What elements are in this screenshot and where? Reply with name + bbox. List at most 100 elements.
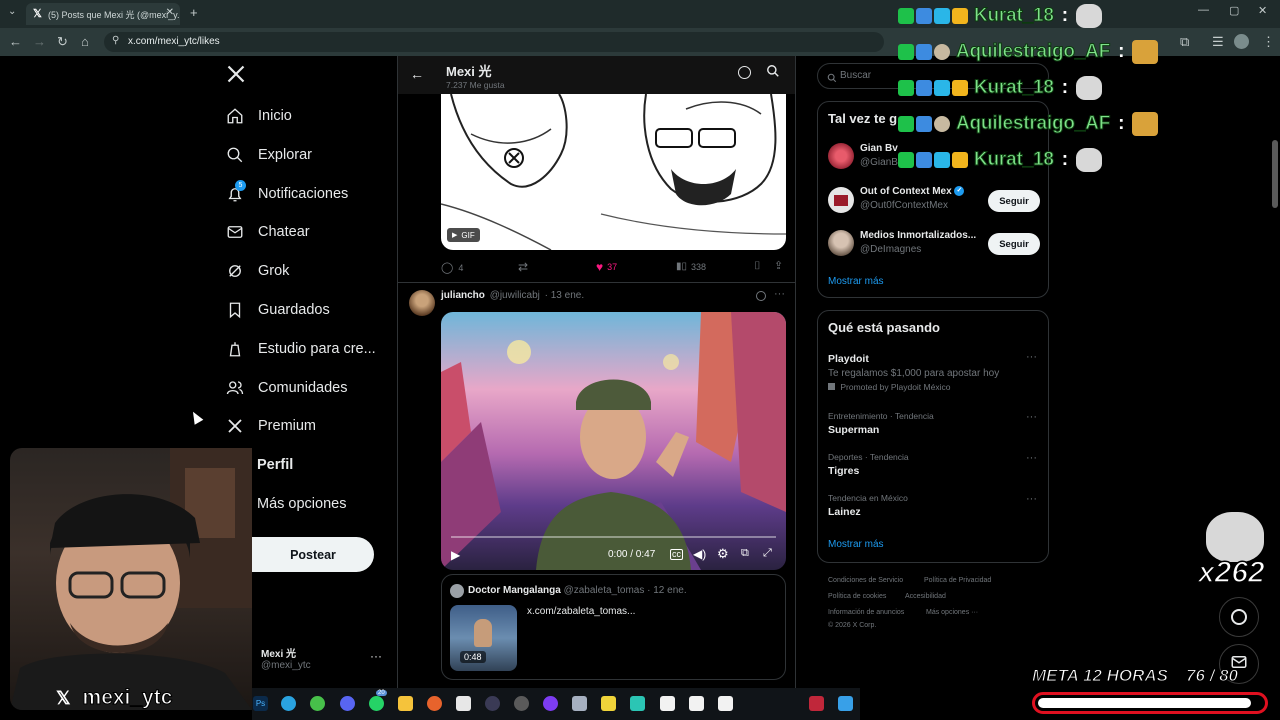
home-icon[interactable]: ⌂ bbox=[81, 34, 89, 49]
grok-icon[interactable] bbox=[738, 66, 751, 79]
video-progress-track[interactable] bbox=[451, 536, 776, 538]
x-home-logo[interactable] bbox=[226, 64, 248, 88]
account-more-icon[interactable]: ··· bbox=[370, 649, 382, 663]
bookmarks-icon[interactable]: ☰ bbox=[1212, 34, 1224, 50]
quoted-post[interactable]: Doctor Mangalanga @zabaleta_tomas · 12 e… bbox=[441, 574, 786, 680]
quoted-link[interactable]: x.com/zabaleta_tomas... bbox=[527, 606, 635, 617]
app-icon[interactable] bbox=[543, 696, 558, 711]
search-icon[interactable] bbox=[766, 64, 780, 83]
profile-avatar[interactable] bbox=[1234, 34, 1249, 49]
site-info-icon[interactable]: ⚲ bbox=[112, 35, 119, 46]
window-minimize-icon[interactable]: — bbox=[1198, 4, 1209, 16]
folder-icon[interactable] bbox=[398, 696, 413, 711]
trend-more-icon[interactable]: ··· bbox=[1026, 452, 1037, 464]
follow-button[interactable]: Seguir bbox=[988, 233, 1040, 255]
suggestion-item[interactable]: Medios Inmortalizados... @DeImagnes Segu… bbox=[828, 229, 1042, 259]
window-maximize-icon[interactable]: ▢ bbox=[1229, 4, 1239, 17]
sidebar-item-mas-opciones[interactable]: Más opciones bbox=[257, 489, 346, 519]
avatar[interactable] bbox=[409, 290, 435, 316]
close-tab-icon[interactable]: ✕ bbox=[166, 7, 174, 18]
gif-media[interactable]: ▶ GIF bbox=[441, 94, 786, 250]
post-author[interactable]: juliancho bbox=[441, 290, 485, 301]
sidebar-item-estudio[interactable]: Estudio para cre... bbox=[226, 334, 376, 364]
app-icon[interactable] bbox=[630, 696, 645, 711]
views-action[interactable]: ▮▯ 338 bbox=[676, 261, 706, 272]
trend-more-icon[interactable]: ··· bbox=[1026, 493, 1037, 505]
app-icon[interactable] bbox=[456, 696, 471, 711]
url-field[interactable]: ⚲ x.com/mexi_ytc/likes bbox=[104, 32, 884, 52]
forward-icon[interactable]: → bbox=[33, 34, 46, 49]
like-action[interactable]: ♥ 37 bbox=[596, 260, 617, 274]
firefox-icon[interactable] bbox=[427, 696, 442, 711]
app-icon[interactable] bbox=[572, 696, 587, 711]
grok-icon[interactable] bbox=[756, 291, 766, 301]
back-arrow-icon[interactable]: ← bbox=[410, 66, 424, 82]
page-scrollbar[interactable] bbox=[1272, 60, 1278, 700]
extensions-icon[interactable]: ⧉ bbox=[1180, 34, 1189, 50]
trend-more-icon[interactable]: ··· bbox=[1026, 351, 1037, 363]
telegram-icon[interactable] bbox=[281, 696, 296, 711]
file-icon[interactable] bbox=[689, 696, 704, 711]
trend-item[interactable]: Tendencia en México Lainez ··· bbox=[828, 493, 1042, 523]
sidebar-item-inicio[interactable]: Inicio bbox=[226, 101, 292, 131]
play-icon[interactable]: ▶ bbox=[452, 231, 457, 239]
app-icon[interactable] bbox=[485, 696, 500, 711]
tab-menu-icon[interactable]: ⌄ bbox=[8, 6, 16, 17]
sidebar-item-notificaciones[interactable]: 5 Notificaciones bbox=[226, 179, 348, 209]
play-icon[interactable]: ▶ bbox=[451, 548, 460, 562]
browser-tab[interactable]: 𝕏 (5) Posts que Mexi 光 (@mexi_y... ✕ bbox=[26, 3, 180, 25]
trend-more-icon[interactable]: ··· bbox=[1026, 411, 1037, 423]
app-icon[interactable] bbox=[838, 696, 853, 711]
whatsapp-icon[interactable]: 20 bbox=[369, 690, 387, 711]
reload-icon[interactable]: ↻ bbox=[57, 34, 68, 50]
repost-action[interactable]: ⇄ bbox=[518, 260, 528, 274]
sidebar-item-chatear[interactable]: Chatear bbox=[226, 217, 310, 247]
account-switcher[interactable]: Mexi 光 @mexi_ytc ··· bbox=[252, 640, 387, 676]
photoshop-icon[interactable]: Ps bbox=[253, 696, 268, 711]
pip-icon[interactable]: ⧉ bbox=[741, 547, 749, 560]
footer-link[interactable]: Información de anuncios bbox=[828, 609, 904, 616]
trends-show-more-link[interactable]: Mostrar más bbox=[828, 539, 884, 550]
footer-link[interactable]: Accesibilidad bbox=[905, 593, 946, 600]
post-date[interactable]: · 13 ene. bbox=[545, 290, 584, 301]
trend-item[interactable]: Deportes · Tendencia Tigres ··· bbox=[828, 452, 1042, 482]
settings-gear-icon[interactable]: ⚙ bbox=[717, 546, 729, 562]
follow-button[interactable]: Seguir bbox=[988, 190, 1040, 212]
footer-link[interactable]: Condiciones de Servicio bbox=[828, 577, 903, 584]
sidebar-item-grok[interactable]: Grok bbox=[226, 256, 289, 286]
footer-link[interactable]: Política de cookies bbox=[828, 593, 886, 600]
grok-floating-button[interactable] bbox=[1219, 597, 1259, 637]
sidebar-item-comunidades[interactable]: Comunidades bbox=[226, 373, 347, 403]
suggestion-item[interactable]: Out of Context Mex ✓ @Out0fContextMex Se… bbox=[828, 186, 1042, 216]
window-close-icon[interactable]: ✕ bbox=[1258, 4, 1267, 17]
xbox-icon[interactable] bbox=[310, 696, 325, 711]
sidebar-item-perfil[interactable]: Perfil bbox=[257, 450, 293, 480]
scrollbar-thumb[interactable] bbox=[1272, 140, 1278, 208]
video-player[interactable]: ▶ 0:00 / 0:47 cc ◀) ⚙ ⧉ ⤢ bbox=[441, 312, 786, 570]
sidebar-item-guardados[interactable]: Guardados bbox=[226, 295, 330, 325]
show-more-link[interactable]: Mostrar más bbox=[828, 276, 884, 287]
reply-action[interactable]: ◯ 4 bbox=[441, 261, 463, 274]
trend-item[interactable]: Entretenimiento · Tendencia Superman ··· bbox=[828, 411, 1042, 441]
trend-item[interactable]: Playdoit Te regalamos $1,000 para aposta… bbox=[828, 351, 1042, 397]
footer-link[interactable]: Más opciones ··· bbox=[926, 609, 978, 616]
volume-icon[interactable]: ◀) bbox=[693, 547, 706, 561]
discord-icon[interactable] bbox=[340, 696, 355, 711]
browser-menu-icon[interactable]: ⋮ bbox=[1262, 34, 1275, 50]
file-icon[interactable] bbox=[660, 696, 675, 711]
captions-icon[interactable]: cc bbox=[670, 549, 683, 560]
post-more-icon[interactable]: ··· bbox=[774, 288, 785, 300]
new-tab-icon[interactable]: + bbox=[190, 5, 198, 20]
bookmark-icon[interactable]: ⌷ bbox=[754, 260, 761, 273]
sidebar-item-premium[interactable]: Premium bbox=[226, 411, 316, 441]
valorant-icon[interactable] bbox=[809, 696, 824, 711]
sticky-notes-icon[interactable] bbox=[601, 696, 616, 711]
back-icon[interactable]: ← bbox=[9, 34, 22, 49]
share-icon[interactable]: ⇪ bbox=[774, 259, 783, 272]
post-button[interactable]: Postear bbox=[252, 537, 374, 572]
quoted-video-thumbnail[interactable]: 0:48 bbox=[450, 605, 517, 671]
sidebar-item-explorar[interactable]: Explorar bbox=[226, 140, 312, 170]
footer-link[interactable]: Política de Privacidad bbox=[924, 577, 991, 584]
post-handle[interactable]: @juwilicabj bbox=[490, 290, 540, 301]
fullscreen-icon[interactable]: ⤢ bbox=[763, 547, 772, 560]
